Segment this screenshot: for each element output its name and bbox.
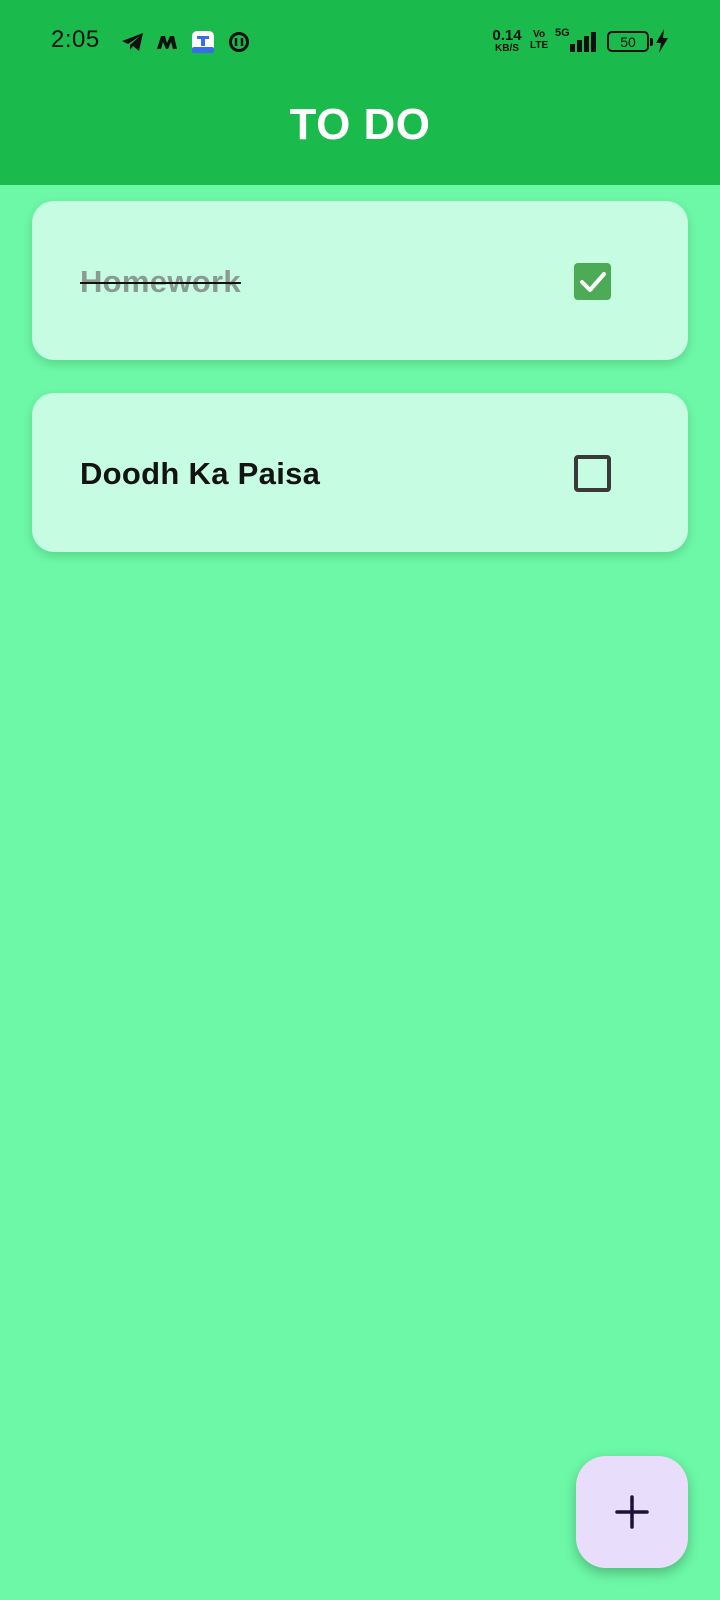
task-card[interactable]: Homework xyxy=(32,201,688,360)
task-label: Homework xyxy=(80,264,241,299)
volte-top: Vo xyxy=(533,29,546,40)
status-time: 2:05 xyxy=(51,26,100,53)
battery-icon: 50 xyxy=(607,31,653,52)
app-store-icon xyxy=(190,29,216,55)
signal-icon xyxy=(570,32,596,52)
plus-icon xyxy=(615,1495,649,1529)
volte-bottom: LTE xyxy=(530,39,549,51)
add-task-button[interactable] xyxy=(576,1456,688,1568)
task-card[interactable]: Doodh Ka Paisa xyxy=(32,393,688,552)
task-checkbox[interactable] xyxy=(574,455,611,492)
top-bar: 2:05 0.14 KB/S Vo LTE 5G 50 TO DO xyxy=(0,0,720,185)
charging-icon xyxy=(656,29,668,53)
task-list: Homework Doodh Ka Paisa xyxy=(32,201,688,585)
status-bar: 2:05 0.14 KB/S Vo LTE 5G 50 xyxy=(0,0,720,84)
task-label: Doodh Ka Paisa xyxy=(80,456,321,491)
network-speed-unit: KB/S xyxy=(495,43,519,54)
telegram-icon xyxy=(120,29,146,55)
network-speed-value: 0.14 xyxy=(492,27,522,44)
task-checkbox[interactable] xyxy=(574,263,611,300)
m-app-icon xyxy=(154,29,180,55)
volte-indicator: Vo LTE xyxy=(530,29,549,51)
battery-level: 50 xyxy=(620,33,636,50)
network-speed: 0.14 KB/S xyxy=(490,28,524,54)
check-icon xyxy=(579,271,606,292)
app-title: TO DO xyxy=(289,100,431,149)
threads-icon xyxy=(226,29,252,55)
